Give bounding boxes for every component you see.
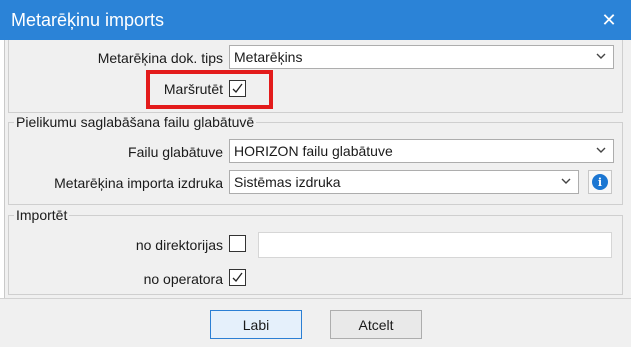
window-title: Metarēķinu imports: [11, 10, 165, 30]
chevron-down-icon: [595, 49, 607, 63]
ok-button[interactable]: Labi: [210, 310, 302, 339]
directory-path-input[interactable]: [258, 232, 612, 258]
doc-type-value: Metarēķins: [234, 49, 303, 65]
highlight-box: [146, 70, 273, 109]
storage-value: HORIZON failu glabātuve: [234, 143, 393, 159]
title-bar: Metarēķinu imports ✕: [0, 0, 631, 40]
printout-select[interactable]: Sistēmas izdruka: [229, 170, 579, 194]
attachments-group-title: Pielikumu saglabāšana failu glabātuvē: [14, 114, 257, 130]
printout-value: Sistēmas izdruka: [234, 174, 341, 190]
checkmark-icon: [232, 272, 243, 282]
from-directory-label: no direktorijas: [135, 237, 223, 253]
from-directory-checkbox[interactable]: [229, 235, 246, 252]
dialog-body: Metarēķina dok. tips Metarēķins Maršrutē…: [0, 40, 631, 347]
info-icon: i: [592, 174, 608, 190]
storage-label: Failu glabātuve: [128, 144, 223, 160]
button-bar: Labi Atcelt: [0, 298, 631, 347]
chevron-down-icon: [560, 174, 572, 188]
from-operator-checkbox[interactable]: [229, 269, 246, 286]
chevron-down-icon: [595, 143, 607, 157]
cancel-button[interactable]: Atcelt: [330, 310, 422, 339]
doc-type-label: Metarēķina dok. tips: [97, 50, 223, 66]
doc-type-select[interactable]: Metarēķins: [229, 45, 614, 69]
info-button[interactable]: i: [588, 170, 612, 194]
close-icon[interactable]: ✕: [595, 6, 623, 34]
import-group-title: Importēt: [14, 207, 70, 223]
from-operator-label: no operatora: [143, 271, 223, 287]
printout-label: Metarēķina importa izdruka: [54, 175, 223, 191]
storage-select[interactable]: HORIZON failu glabātuve: [229, 139, 614, 163]
